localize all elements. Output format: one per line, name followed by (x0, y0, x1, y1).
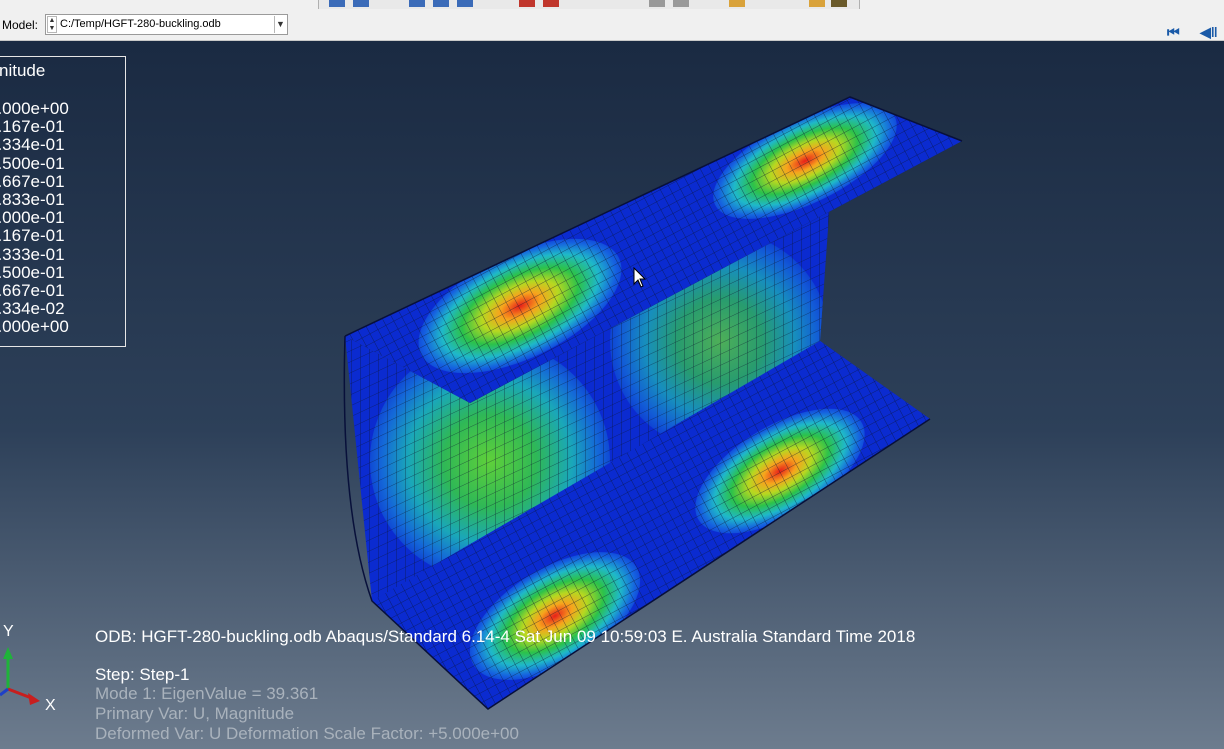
skip-first-frame-icon[interactable]: ⏮ (1167, 24, 1180, 41)
legend-value: 5.833e-01 (0, 190, 65, 210)
legend-value: 9.167e-01 (0, 117, 65, 137)
legend-values: 1.000e+00 9.167e-01 8.334e-01 7.500e-01 … (0, 99, 69, 337)
chevron-down-icon[interactable]: ▼ (274, 16, 286, 33)
tool-icon[interactable] (809, 0, 825, 7)
tool-icon[interactable] (519, 0, 535, 7)
view-icon[interactable] (409, 0, 425, 7)
legend-value: 1.000e+00 (0, 99, 69, 118)
top-toolbar (0, 0, 1224, 10)
legend-value: 7.500e-01 (0, 153, 65, 173)
legend-value: 8.334e-01 (0, 135, 65, 155)
tool-icon[interactable] (673, 0, 689, 7)
mouse-cursor-icon (633, 267, 647, 288)
tool-icon[interactable] (649, 0, 665, 7)
view-icon[interactable] (353, 0, 369, 7)
model-path-value: C:/Temp/HGFT-280-buckling.odb (60, 18, 221, 30)
previous-frame-icon[interactable]: ◀‖ (1200, 24, 1218, 41)
legend-value: 1.667e-01 (0, 281, 65, 301)
model-spinner[interactable]: ▲ ▼ (47, 16, 57, 33)
view-icon[interactable] (457, 0, 473, 7)
legend-value: 0.000e+00 (0, 317, 69, 337)
legend-value: 2.500e-01 (0, 262, 65, 282)
legend-value: 3.333e-01 (0, 244, 65, 264)
viewport[interactable]: nitude 1.000e+00 9.167e-01 8.334e-01 7.5… (0, 41, 1224, 749)
primary-var-line: Primary Var: U, Magnitude (95, 704, 295, 723)
odb-info-line: ODB: HGFT-280-buckling.odb Abaqus/Standa… (95, 627, 916, 646)
legend-value: 8.334e-02 (0, 299, 65, 319)
legend-value: 6.667e-01 (0, 171, 65, 191)
model-label: Model: (2, 18, 39, 32)
legend-value: 4.167e-01 (0, 226, 65, 246)
view-icon[interactable] (329, 0, 345, 7)
step-info-line: Step: Step-1 (95, 665, 190, 684)
tool-icon[interactable] (831, 0, 847, 7)
triad-x-label: X (45, 697, 56, 714)
tool-icon[interactable] (729, 0, 745, 7)
deformed-var-line: Deformed Var: U Deformation Scale Factor… (95, 724, 519, 743)
legend-value: 5.000e-01 (0, 208, 65, 228)
mode-info-line: Mode 1: EigenValue = 39.361 (95, 684, 319, 703)
model-toolbar: Model: ▲ ▼ C:/Temp/HGFT-280-buckling.odb … (0, 10, 1224, 41)
toolbar-icon-strip (318, 0, 860, 9)
model-select[interactable]: ▲ ▼ C:/Temp/HGFT-280-buckling.odb ▼ (45, 14, 288, 35)
triad-y-label: Y (3, 623, 14, 640)
tool-icon[interactable] (543, 0, 559, 7)
legend-title: nitude (0, 61, 46, 80)
view-icon[interactable] (433, 0, 449, 7)
